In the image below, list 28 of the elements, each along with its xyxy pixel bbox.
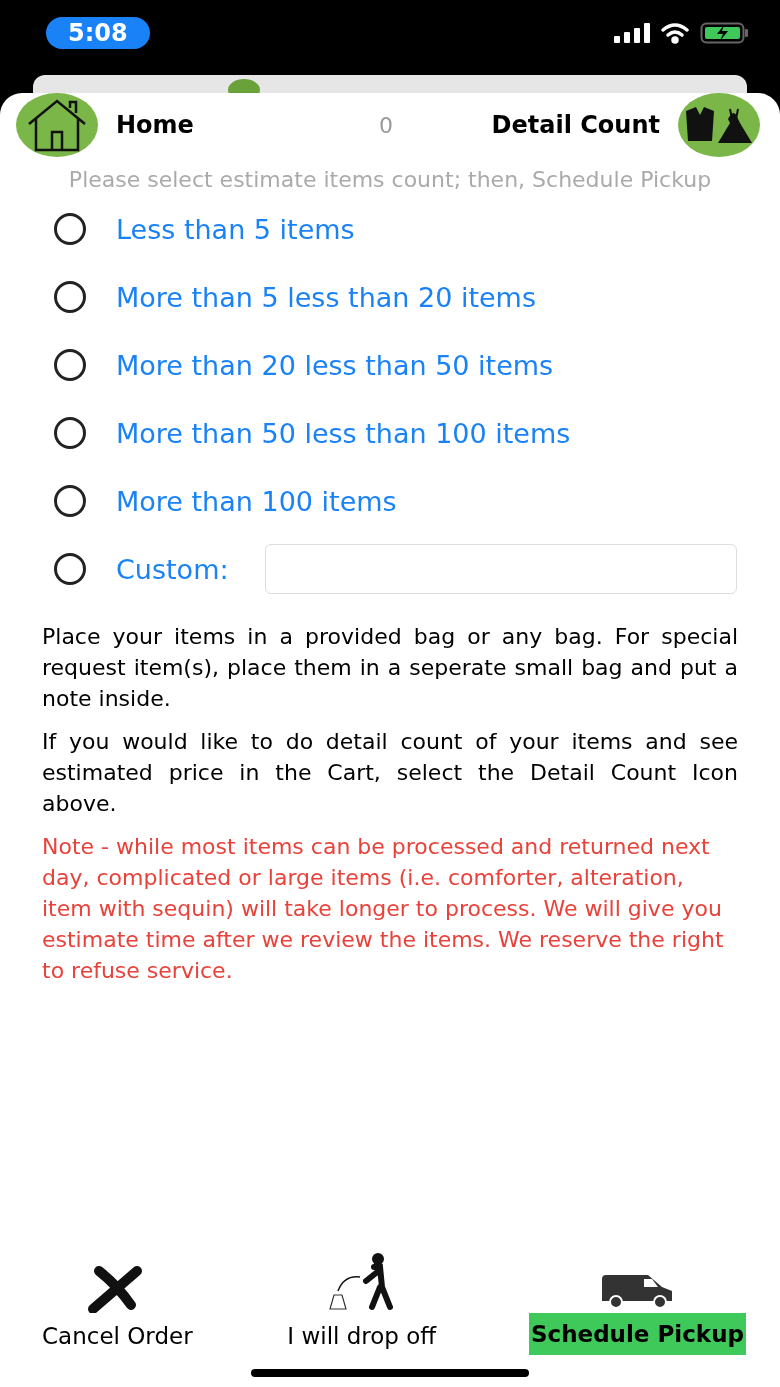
wifi-icon (660, 21, 690, 44)
action-button[interactable]: I will drop off (285, 1317, 439, 1355)
action-button[interactable]: Schedule Pickup (528, 1313, 746, 1355)
radio-button[interactable] (54, 553, 86, 585)
radio-button[interactable] (54, 213, 86, 245)
note-text: Note - while most items can be processed and returned next day, complicated or large items (i.e. comforter, alteration, item with sequin) will take longer to process. We will give you estimate time after we review the items. We reserve the right to refuse service. (42, 833, 725, 985)
van-icon (600, 1273, 675, 1309)
option-label[interactable]: Custom: (116, 553, 229, 585)
option-label[interactable]: Less than 5 items (116, 213, 355, 245)
info-text: Place your items in a provided bag or any bag. For special request item(s), place them in a seperate small bag and put a note inside. (42, 623, 738, 713)
action-button[interactable]: Cancel Order (40, 1317, 195, 1355)
instruction-text: Please select estimate items count; then, Schedule Pickup (67, 166, 713, 194)
item-count: 0 (378, 112, 394, 138)
option-label[interactable]: More than 20 less than 50 items (116, 349, 554, 381)
home-label[interactable]: Home (116, 111, 346, 139)
detail-count-label[interactable]: Detail Count (491, 111, 660, 139)
battery-icon (700, 21, 750, 44)
radio-button[interactable] (54, 349, 86, 381)
option-label[interactable]: More than 100 items (116, 485, 397, 517)
custom-count-field[interactable] (264, 544, 737, 594)
clock-time: 5:08 (46, 16, 150, 49)
info-text: If you would like to do detail count of your items and see estimated price in the Cart, select the Detail Count Icon above. (42, 728, 738, 818)
radio-button[interactable] (54, 417, 86, 449)
option-label[interactable]: More than 5 less than 20 items (116, 281, 536, 313)
radio-button[interactable] (54, 485, 86, 517)
signal-icon (614, 22, 650, 43)
option-label[interactable]: More than 50 less than 100 items (116, 417, 571, 449)
radio-button[interactable] (54, 281, 86, 313)
